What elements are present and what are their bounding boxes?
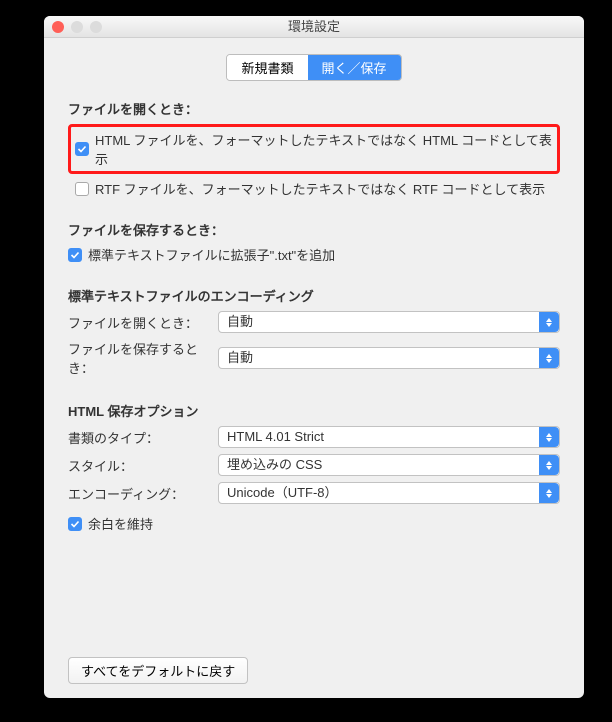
row-enc-save: ファイルを保存するとき： 自動 (68, 339, 560, 377)
row-preserve-ws: 余白を維持 (68, 514, 560, 533)
minimize-icon[interactable] (71, 21, 83, 33)
row-html-as-code: HTML ファイルを、フォーマットしたテキストではなく HTML コードとして表… (68, 124, 560, 174)
select-doctype-value: HTML 4.01 Strict (227, 429, 324, 444)
tab-new-document[interactable]: 新規書類 (227, 55, 307, 80)
zoom-icon[interactable] (90, 21, 102, 33)
label-html-encoding: エンコーディング： (68, 484, 218, 503)
checkbox-preserve-ws[interactable] (68, 517, 82, 531)
chevron-updown-icon (539, 348, 559, 368)
chevron-updown-icon (539, 483, 559, 503)
select-enc-open[interactable]: 自動 (218, 311, 560, 333)
select-html-encoding-value: Unicode（UTF-8） (227, 485, 338, 500)
row-enc-open: ファイルを開くとき： 自動 (68, 311, 560, 333)
row-doctype: 書類のタイプ： HTML 4.01 Strict (68, 426, 560, 448)
label-preserve-ws: 余白を維持 (88, 514, 153, 533)
close-icon[interactable] (52, 21, 64, 33)
select-style[interactable]: 埋め込みの CSS (218, 454, 560, 476)
checkbox-rtf-as-code[interactable] (75, 182, 89, 196)
label-enc-open: ファイルを開くとき： (68, 313, 218, 332)
select-enc-save-value: 自動 (227, 350, 253, 365)
select-doctype[interactable]: HTML 4.01 Strict (218, 426, 560, 448)
label-rtf-as-code: RTF ファイルを、フォーマットしたテキストではなく RTF コードとして表示 (95, 179, 545, 198)
titlebar: 環境設定 (44, 16, 584, 38)
label-enc-save: ファイルを保存するとき： (68, 339, 218, 377)
chevron-updown-icon (539, 312, 559, 332)
checkbox-html-as-code[interactable] (75, 142, 89, 156)
row-add-txt: 標準テキストファイルに拡張子".txt"を追加 (68, 245, 560, 264)
label-style: スタイル： (68, 456, 218, 475)
label-add-txt: 標準テキストファイルに拡張子".txt"を追加 (88, 245, 335, 264)
window-body: 新規書類 開く／保存 ファイルを開くとき： HTML ファイルを、フォーマットし… (44, 38, 584, 698)
label-doctype: 書類のタイプ： (68, 428, 218, 447)
row-rtf-as-code: RTF ファイルを、フォーマットしたテキストではなく RTF コードとして表示 (68, 176, 560, 198)
window-title: 環境設定 (288, 19, 340, 34)
checkbox-add-txt[interactable] (68, 248, 82, 262)
section-encoding: 標準テキストファイルのエンコーディング (68, 286, 560, 305)
reset-defaults-button[interactable]: すべてをデフォルトに戻す (68, 657, 248, 684)
tab-segment: 新規書類 開く／保存 (226, 54, 401, 81)
section-open: ファイルを開くとき： (68, 99, 560, 118)
chevron-updown-icon (539, 455, 559, 475)
select-html-encoding[interactable]: Unicode（UTF-8） (218, 482, 560, 504)
row-style: スタイル： 埋め込みの CSS (68, 454, 560, 476)
select-enc-open-value: 自動 (227, 314, 253, 329)
chevron-updown-icon (539, 427, 559, 447)
tab-open-save[interactable]: 開く／保存 (308, 55, 401, 80)
select-enc-save[interactable]: 自動 (218, 347, 560, 369)
section-html: HTML 保存オプション (68, 401, 560, 420)
select-style-value: 埋め込みの CSS (227, 457, 322, 472)
label-html-as-code: HTML ファイルを、フォーマットしたテキストではなく HTML コードとして表… (95, 130, 553, 168)
tab-bar: 新規書類 開く／保存 (68, 54, 560, 81)
traffic-lights (52, 21, 102, 33)
section-save: ファイルを保存するとき： (68, 220, 560, 239)
row-html-encoding: エンコーディング： Unicode（UTF-8） (68, 482, 560, 504)
preferences-window: 環境設定 新規書類 開く／保存 ファイルを開くとき： HTML ファイルを、フォ… (44, 16, 584, 698)
